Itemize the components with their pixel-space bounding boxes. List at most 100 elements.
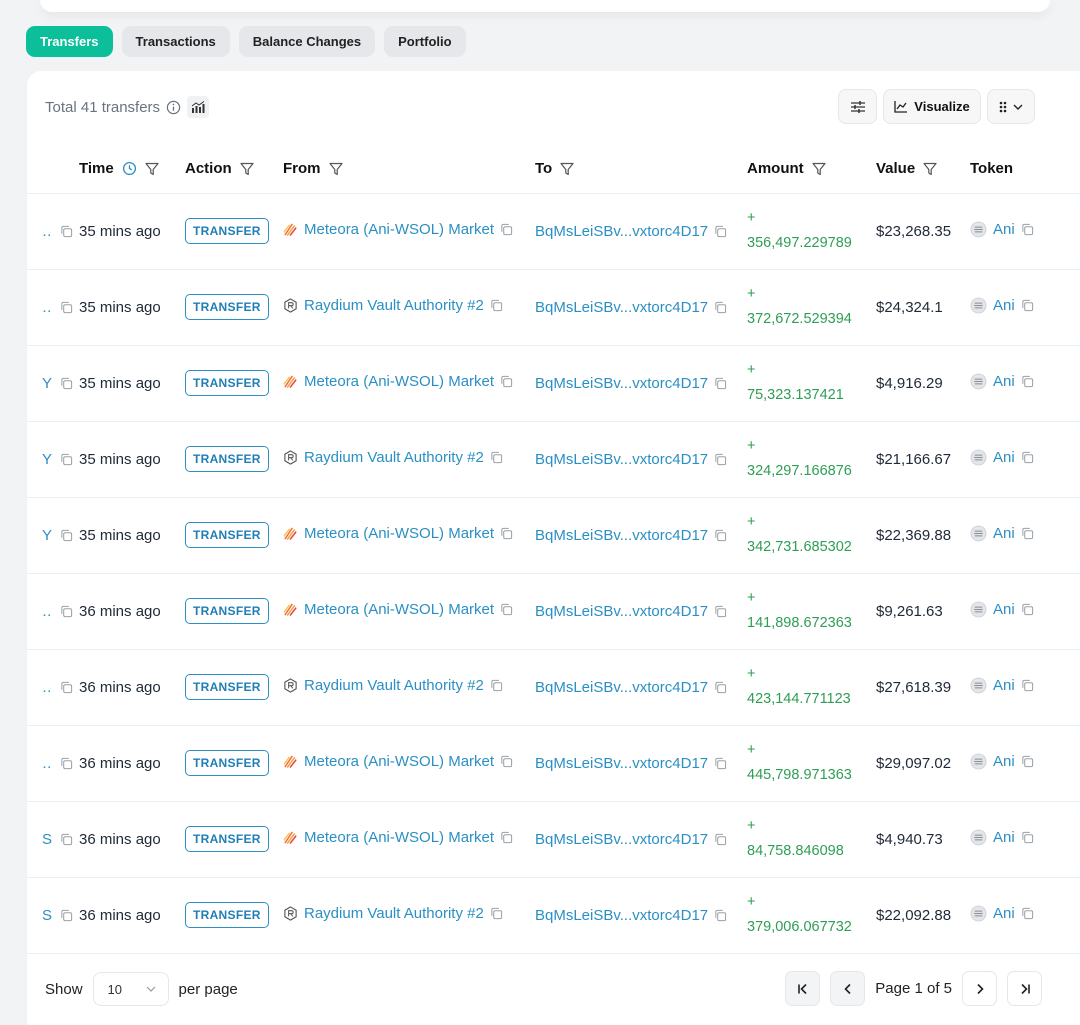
to-address-link[interactable]: BqMsLeiSBv...vxtorc4D17 xyxy=(535,831,708,848)
copy-icon[interactable] xyxy=(490,679,503,692)
copy-icon[interactable] xyxy=(60,225,73,238)
token-link[interactable]: Ani xyxy=(993,449,1015,466)
to-address-link[interactable]: BqMsLeiSBv...vxtorc4D17 xyxy=(535,527,708,544)
token-link[interactable]: Ani xyxy=(993,601,1015,618)
copy-icon[interactable] xyxy=(1021,527,1034,540)
token-link[interactable]: Ani xyxy=(993,297,1015,314)
token-link[interactable]: Ani xyxy=(993,677,1015,694)
from-address-link[interactable]: Meteora (Ani-WSOL) Market xyxy=(304,601,494,618)
copy-icon[interactable] xyxy=(1021,223,1034,236)
copy-icon[interactable] xyxy=(714,833,727,846)
signature-link[interactable]: S… xyxy=(42,907,52,924)
from-address-link[interactable]: Meteora (Ani-WSOL) Market xyxy=(304,221,494,238)
more-options-button[interactable] xyxy=(987,89,1035,124)
copy-icon[interactable] xyxy=(1021,299,1034,312)
copy-icon[interactable] xyxy=(714,757,727,770)
to-address-link[interactable]: BqMsLeiSBv...vxtorc4D17 xyxy=(535,223,708,240)
copy-icon[interactable] xyxy=(500,603,513,616)
copy-icon[interactable] xyxy=(500,223,513,236)
copy-icon[interactable] xyxy=(500,375,513,388)
info-icon[interactable] xyxy=(166,100,181,115)
to-address-link[interactable]: BqMsLeiSBv...vxtorc4D17 xyxy=(535,603,708,620)
from-address-link[interactable]: Meteora (Ani-WSOL) Market xyxy=(304,753,494,770)
column-settings-button[interactable] xyxy=(838,89,877,124)
next-page-button[interactable] xyxy=(962,971,997,1006)
copy-icon[interactable] xyxy=(60,453,73,466)
copy-icon[interactable] xyxy=(500,755,513,768)
copy-icon[interactable] xyxy=(500,831,513,844)
copy-icon[interactable] xyxy=(60,833,73,846)
tab-balance-changes[interactable]: Balance Changes xyxy=(238,26,376,57)
filter-icon[interactable] xyxy=(560,162,574,176)
copy-icon[interactable] xyxy=(714,529,727,542)
copy-icon[interactable] xyxy=(714,453,727,466)
to-address-link[interactable]: BqMsLeiSBv...vxtorc4D17 xyxy=(535,755,708,772)
token-link[interactable]: Ani xyxy=(993,221,1015,238)
visualize-button[interactable]: Visualize xyxy=(883,89,981,124)
token-link[interactable]: Ani xyxy=(993,829,1015,846)
copy-icon[interactable] xyxy=(1021,375,1034,388)
copy-icon[interactable] xyxy=(490,299,503,312)
signature-link[interactable]: Y… xyxy=(42,375,52,392)
copy-icon[interactable] xyxy=(490,907,503,920)
copy-icon[interactable] xyxy=(1021,679,1034,692)
clock-icon[interactable] xyxy=(122,161,137,176)
copy-icon[interactable] xyxy=(714,681,727,694)
from-address-link[interactable]: Meteora (Ani-WSOL) Market xyxy=(304,525,494,542)
signature-link[interactable]: … xyxy=(42,299,52,316)
copy-icon[interactable] xyxy=(714,225,727,238)
copy-icon[interactable] xyxy=(714,377,727,390)
to-address-link[interactable]: BqMsLeiSBv...vxtorc4D17 xyxy=(535,451,708,468)
signature-link[interactable]: … xyxy=(42,755,52,772)
from-address-link[interactable]: Meteora (Ani-WSOL) Market xyxy=(304,829,494,846)
to-address-link[interactable]: BqMsLeiSBv...vxtorc4D17 xyxy=(535,375,708,392)
token-link[interactable]: Ani xyxy=(993,525,1015,542)
to-address-link[interactable]: BqMsLeiSBv...vxtorc4D17 xyxy=(535,299,708,316)
copy-icon[interactable] xyxy=(60,377,73,390)
copy-icon[interactable] xyxy=(60,909,73,922)
filter-icon[interactable] xyxy=(240,162,254,176)
last-page-button[interactable] xyxy=(1007,971,1042,1006)
copy-icon[interactable] xyxy=(490,451,503,464)
from-address-link[interactable]: Raydium Vault Authority #2 xyxy=(304,297,484,314)
copy-icon[interactable] xyxy=(714,301,727,314)
from-address-link[interactable]: Raydium Vault Authority #2 xyxy=(304,677,484,694)
copy-icon[interactable] xyxy=(60,757,73,770)
copy-icon[interactable] xyxy=(1021,603,1034,616)
copy-icon[interactable] xyxy=(60,605,73,618)
signature-link[interactable]: … xyxy=(42,223,52,240)
analytics-chart-icon[interactable] xyxy=(187,96,210,118)
tab-portfolio[interactable]: Portfolio xyxy=(384,26,466,57)
from-address-link[interactable]: Raydium Vault Authority #2 xyxy=(304,449,484,466)
to-address-link[interactable]: BqMsLeiSBv...vxtorc4D17 xyxy=(535,679,708,696)
token-link[interactable]: Ani xyxy=(993,373,1015,390)
signature-link[interactable]: S… xyxy=(42,831,52,848)
copy-icon[interactable] xyxy=(60,301,73,314)
token-link[interactable]: Ani xyxy=(993,753,1015,770)
filter-icon[interactable] xyxy=(328,162,343,176)
copy-icon[interactable] xyxy=(1021,831,1034,844)
from-address-link[interactable]: Meteora (Ani-WSOL) Market xyxy=(304,373,494,390)
first-page-button[interactable] xyxy=(785,971,821,1006)
from-address-link[interactable]: Raydium Vault Authority #2 xyxy=(304,905,484,922)
to-address-link[interactable]: BqMsLeiSBv...vxtorc4D17 xyxy=(535,907,708,924)
filter-icon[interactable] xyxy=(923,162,937,176)
tab-transfers[interactable]: Transfers xyxy=(26,26,113,57)
copy-icon[interactable] xyxy=(60,681,73,694)
signature-link[interactable]: … xyxy=(42,603,52,620)
copy-icon[interactable] xyxy=(60,529,73,542)
filter-icon[interactable] xyxy=(145,162,159,176)
signature-link[interactable]: Y… xyxy=(42,527,52,544)
copy-icon[interactable] xyxy=(1021,451,1034,464)
filter-icon[interactable] xyxy=(812,162,826,176)
signature-link[interactable]: … xyxy=(42,679,52,696)
copy-icon[interactable] xyxy=(714,909,727,922)
copy-icon[interactable] xyxy=(1021,907,1034,920)
signature-link[interactable]: Y… xyxy=(42,451,52,468)
token-link[interactable]: Ani xyxy=(993,905,1015,922)
copy-icon[interactable] xyxy=(714,605,727,618)
tab-transactions[interactable]: Transactions xyxy=(121,26,230,57)
copy-icon[interactable] xyxy=(500,527,513,540)
page-size-select[interactable]: 10 xyxy=(92,972,169,1006)
copy-icon[interactable] xyxy=(1021,755,1034,768)
